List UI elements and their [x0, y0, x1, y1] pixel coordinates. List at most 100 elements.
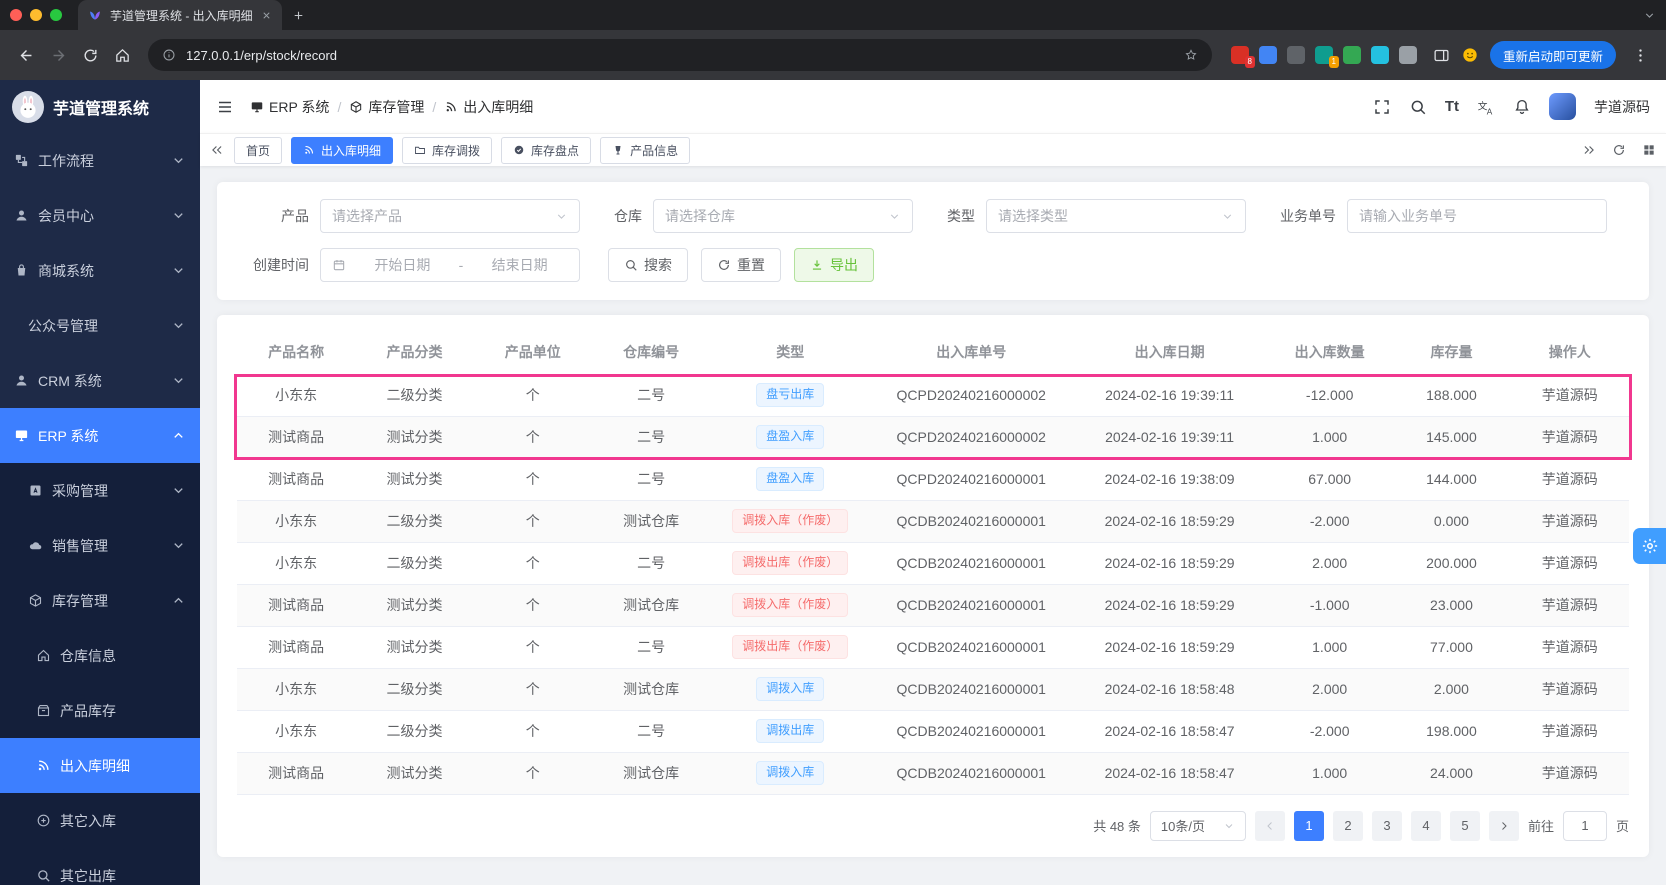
browser-tab[interactable]: 芋道管理系统 - 出入库明细 — [78, 0, 282, 30]
table-row[interactable]: 测试商品测试分类个二号盘盈入库QCPD202402160000022024-02… — [237, 416, 1629, 458]
warehouse-select[interactable]: 请选择仓库 — [653, 199, 913, 233]
table-row[interactable]: 小东东二级分类个二号盘亏出库QCPD202402160000022024-02-… — [237, 374, 1629, 416]
page-size-select[interactable]: 10条/页 — [1150, 811, 1246, 841]
goto-page-input[interactable] — [1563, 811, 1607, 841]
scroll-tabs-left-icon[interactable] — [210, 143, 224, 157]
breadcrumb-item[interactable]: 库存管理 — [349, 97, 424, 117]
table-row[interactable]: 小东东二级分类个测试仓库调拨入库QCDB202402160000012024-0… — [237, 668, 1629, 710]
extension-puzzle-icon[interactable] — [1399, 46, 1417, 64]
extension-green-icon[interactable] — [1343, 46, 1361, 64]
notification-bell-icon[interactable] — [1513, 98, 1531, 116]
tab-search-icon[interactable] — [1643, 9, 1656, 22]
translate-icon[interactable]: 文A — [1477, 98, 1495, 116]
view-tab-0[interactable]: 首页 — [234, 137, 282, 164]
table-row[interactable]: 测试商品测试分类个测试仓库调拨入库QCDB202402160000012024-… — [237, 752, 1629, 794]
sidebar-item-purchase[interactable]: 采购管理 — [0, 463, 200, 518]
extension-cyan-icon[interactable] — [1371, 46, 1389, 64]
bookmark-icon[interactable] — [1184, 48, 1198, 62]
date-range-picker[interactable]: 开始日期 - 结束日期 — [320, 248, 580, 282]
username[interactable]: 芋道源码 — [1594, 97, 1650, 117]
home-button[interactable] — [106, 39, 138, 71]
tabs-menu-icon[interactable] — [1642, 143, 1656, 157]
extension-blue-icon[interactable] — [1259, 46, 1277, 64]
product-select[interactable]: 请选择产品 — [320, 199, 580, 233]
app-logo[interactable]: 芋道管理系统 — [0, 80, 200, 133]
page-button-1[interactable]: 1 — [1294, 811, 1324, 841]
table-row[interactable]: 小东东二级分类个二号调拨出库（作废）QCDB202402160000012024… — [237, 542, 1629, 584]
page-button-3[interactable]: 3 — [1372, 811, 1402, 841]
cell-qty: 1.000 — [1267, 626, 1392, 668]
sidebar-item-stock[interactable]: 库存管理 — [0, 573, 200, 628]
sidebar-item-stock-record[interactable]: 出入库明细 — [0, 738, 200, 793]
browser-menu-icon[interactable] — [1624, 39, 1656, 71]
prev-page-button[interactable] — [1255, 811, 1285, 841]
close-tab-icon[interactable] — [261, 10, 272, 21]
collapse-sidebar-icon[interactable] — [216, 98, 234, 116]
new-tab-button[interactable] — [292, 9, 305, 22]
sidebar-item-warehouse-info[interactable]: 仓库信息 — [0, 628, 200, 683]
sidebar-item-member[interactable]: 会员中心 — [0, 188, 200, 243]
sidebar-item-erp[interactable]: ERP 系统 — [0, 408, 200, 463]
view-tab-4[interactable]: 产品信息 — [600, 137, 690, 164]
sidebar-item-wechat-mp[interactable]: 公众号管理 — [0, 298, 200, 353]
user-avatar[interactable] — [1549, 93, 1576, 120]
view-tab-label: 首页 — [246, 142, 270, 159]
table-row[interactable]: 测试商品测试分类个二号调拨出库（作废）QCDB20240216000001202… — [237, 626, 1629, 668]
fullscreen-icon[interactable] — [1373, 98, 1391, 116]
table-row[interactable]: 测试商品测试分类个测试仓库调拨入库（作废）QCDB202402160000012… — [237, 584, 1629, 626]
extension-dark-icon[interactable] — [1287, 46, 1305, 64]
search-button[interactable]: 搜索 — [608, 248, 688, 282]
cell-date: 2024-02-16 18:59:29 — [1072, 500, 1267, 542]
sidebar-item-workflow[interactable]: 工作流程 — [0, 133, 200, 188]
side-panel-icon[interactable] — [1426, 39, 1458, 71]
export-button[interactable]: 导出 — [794, 248, 874, 282]
product-select-placeholder: 请选择产品 — [332, 206, 555, 226]
column-header: 出入库单号 — [870, 331, 1072, 374]
breadcrumb-label: 出入库明细 — [463, 97, 533, 117]
page-size-value: 10条/页 — [1161, 816, 1205, 835]
back-button[interactable] — [10, 39, 42, 71]
settings-fab[interactable] — [1633, 528, 1666, 564]
type-filter-label: 类型 — [947, 206, 975, 226]
table-row[interactable]: 测试商品测试分类个二号盘盈入库QCPD202402160000012024-02… — [237, 458, 1629, 500]
sidebar-item-label: 商城系统 — [38, 261, 162, 281]
refresh-page-icon[interactable] — [1612, 143, 1626, 157]
sidebar-item-other-in[interactable]: 其它入库 — [0, 793, 200, 848]
page-button-5[interactable]: 5 — [1450, 811, 1480, 841]
extension-red-icon[interactable]: 8 — [1231, 46, 1249, 64]
sidebar-item-crm[interactable]: CRM 系统 — [0, 353, 200, 408]
table-row[interactable]: 小东东二级分类个二号调拨出库QCDB202402160000012024-02-… — [237, 710, 1629, 752]
table-row[interactable]: 小东东二级分类个测试仓库调拨入库（作废）QCDB2024021600000120… — [237, 500, 1629, 542]
page-button-4[interactable]: 4 — [1411, 811, 1441, 841]
site-info-icon[interactable] — [162, 48, 176, 62]
page-button-2[interactable]: 2 — [1333, 811, 1363, 841]
close-window-button[interactable] — [10, 9, 22, 21]
font-size-icon[interactable]: Tt — [1445, 98, 1459, 115]
bizno-input[interactable] — [1347, 199, 1607, 233]
profile-avatar-icon[interactable] — [1462, 47, 1478, 63]
breadcrumb-item[interactable]: ERP 系统 — [250, 97, 329, 117]
search-icon[interactable] — [1409, 98, 1427, 116]
extension-badge: 1 — [1329, 56, 1339, 68]
type-badge: 调拨入库（作废） — [732, 509, 848, 533]
view-tab-2[interactable]: 库存调拨 — [402, 137, 492, 164]
browser-update-button[interactable]: 重新启动即可更新 — [1490, 41, 1616, 69]
scroll-tabs-right-icon[interactable] — [1582, 143, 1596, 157]
view-tab-3[interactable]: 库存盘点 — [501, 137, 591, 164]
sidebar-item-label: CRM 系统 — [38, 371, 162, 391]
zoom-window-button[interactable] — [50, 9, 62, 21]
extension-teal-icon[interactable]: 1 — [1315, 46, 1333, 64]
view-tab-1[interactable]: 出入库明细 — [291, 137, 393, 164]
forward-button[interactable] — [42, 39, 74, 71]
next-page-button[interactable] — [1489, 811, 1519, 841]
chevron-down-icon — [1223, 820, 1235, 832]
sidebar-item-mall[interactable]: 商城系统 — [0, 243, 200, 298]
address-bar[interactable]: 127.0.0.1/erp/stock/record — [148, 39, 1212, 71]
sidebar-item-other-out[interactable]: 其它出库 — [0, 848, 200, 885]
reset-button[interactable]: 重置 — [701, 248, 781, 282]
sidebar-item-product-stock[interactable]: 产品库存 — [0, 683, 200, 738]
sidebar-item-sales[interactable]: 销售管理 — [0, 518, 200, 573]
type-select[interactable]: 请选择类型 — [986, 199, 1246, 233]
reload-button[interactable] — [74, 39, 106, 71]
minimize-window-button[interactable] — [30, 9, 42, 21]
